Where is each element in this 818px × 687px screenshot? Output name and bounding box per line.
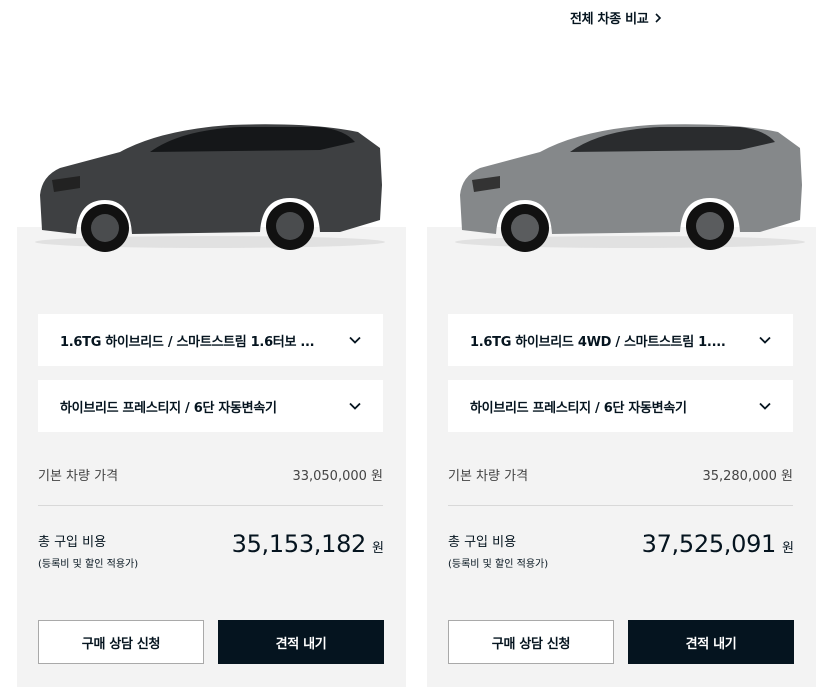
total-cost-note: (등록비 및 할인 적용가) [448,559,549,570]
divider [38,505,383,506]
purchase-consult-button[interactable]: 구매 상담 신청 [448,620,614,664]
base-price-value: 33,050,000 원 [292,469,383,484]
trim-select-value: 1.6TG 하이브리드 4WD / 스마트스트림 1.... [470,334,726,350]
trim-select[interactable]: 1.6TG 하이브리드 4WD / 스마트스트림 1.... [448,314,793,366]
chevron-down-icon [759,336,771,344]
chevron-down-icon [349,336,361,344]
total-cost-value: 35,153,182 [231,530,367,558]
purchase-consult-button[interactable]: 구매 상담 신청 [38,620,204,664]
get-quote-button[interactable]: 견적 내기 [628,620,794,664]
total-cost-price: 35,153,182 원 [232,530,384,558]
base-price-label: 기본 차량 가격 [38,469,119,484]
chevron-down-icon [349,402,361,410]
grade-select[interactable]: 하이브리드 프레스티지 / 6단 자동변속기 [38,380,383,432]
car-image-gray [455,124,805,252]
base-price-label: 기본 차량 가격 [448,469,529,484]
grade-select-value: 하이브리드 프레스티지 / 6단 자동변속기 [470,400,687,416]
total-cost-price: 37,525,091 원 [642,530,794,558]
compare-all-models-label: 전체 차종 비교 [570,12,649,27]
base-price-value: 35,280,000 원 [702,469,793,484]
grade-select-value: 하이브리드 프레스티지 / 6단 자동변속기 [60,400,277,416]
car-image-dark [35,124,385,252]
base-price-row: 기본 차량 가격 33,050,000 원 [38,465,383,484]
total-cost-unit: 원 [782,541,794,556]
base-price-row: 기본 차량 가격 35,280,000 원 [448,465,793,484]
grade-select[interactable]: 하이브리드 프레스티지 / 6단 자동변속기 [448,380,793,432]
trim-select-value: 1.6TG 하이브리드 / 스마트스트림 1.6터보 ... [60,334,315,350]
total-cost-unit: 원 [372,541,384,556]
chevron-down-icon [759,402,771,410]
total-cost-value: 37,525,091 [641,530,777,558]
chevron-right-icon [655,12,662,23]
trim-select[interactable]: 1.6TG 하이브리드 / 스마트스트림 1.6터보 ... [38,314,383,366]
divider [448,505,793,506]
vehicle-card-2: 1.6TG 하이브리드 4WD / 스마트스트림 1.... 하이브리드 프레스… [427,227,816,687]
get-quote-button[interactable]: 견적 내기 [218,620,384,664]
total-cost-label: 총 구입 비용 [448,535,517,550]
total-cost-note: (등록비 및 할인 적용가) [38,559,139,570]
vehicle-card-1: 1.6TG 하이브리드 / 스마트스트림 1.6터보 ... 하이브리드 프레스… [17,227,406,687]
compare-all-models-link[interactable]: 전체 차종 비교 [570,8,662,27]
total-cost-label: 총 구입 비용 [38,535,107,550]
